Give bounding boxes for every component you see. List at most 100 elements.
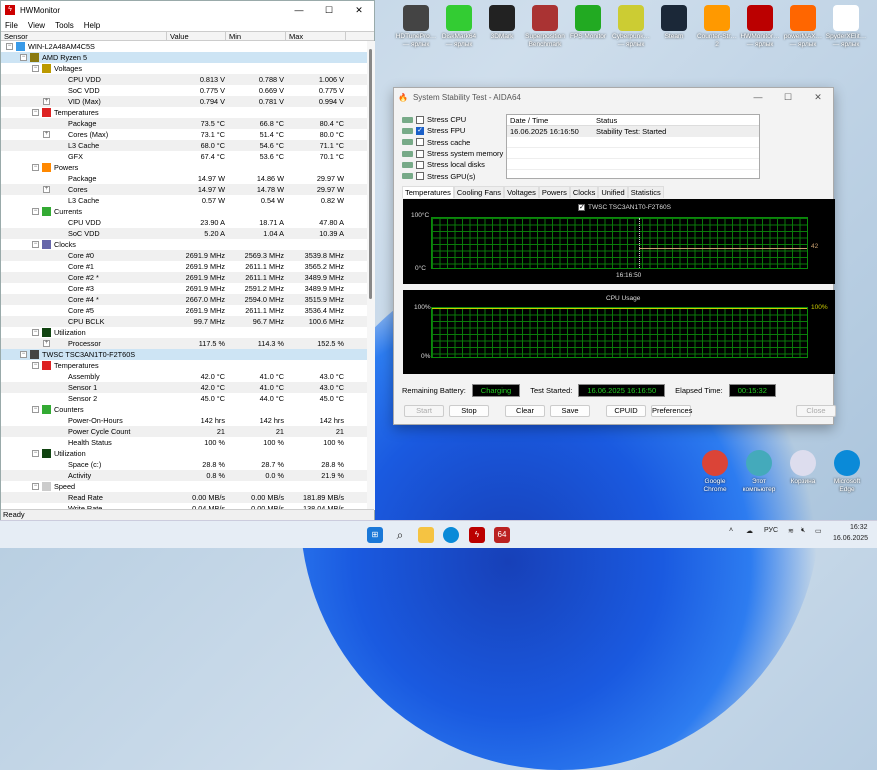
clock-time[interactable]: 16:32 xyxy=(850,524,868,531)
menu-file[interactable]: File xyxy=(5,21,18,30)
tree-node[interactable]: − Speed xyxy=(1,481,367,492)
collapse-icon[interactable]: − xyxy=(32,65,39,72)
desktop-shortcut[interactable]: Microsoft Edge xyxy=(826,450,868,494)
cpuid-button[interactable]: CPUID xyxy=(606,405,646,417)
sensor-row[interactable]: Read Rate 0.00 MB/s 0.00 MB/s 181.89 MB/s xyxy=(1,492,367,503)
stress-option[interactable]: Stress system memory xyxy=(402,148,503,159)
collapse-icon[interactable]: − xyxy=(32,208,39,215)
edge-icon[interactable] xyxy=(443,527,459,543)
sensor-row[interactable]: Core #1 2691.9 MHz 2611.1 MHz 3565.2 MHz xyxy=(1,261,367,272)
close-button[interactable]: ✕ xyxy=(803,92,833,103)
expand-icon[interactable]: + xyxy=(43,186,50,193)
aida64-taskbar-icon[interactable]: 64 xyxy=(494,527,510,543)
sensor-row[interactable]: Assembly 42.0 °C 41.0 °C 43.0 °C xyxy=(1,371,367,382)
stress-checkbox[interactable]: ✓ xyxy=(416,126,424,135)
language-indicator[interactable]: РУС xyxy=(764,527,778,534)
legend-checkbox[interactable]: ✓ xyxy=(578,204,585,211)
save-button[interactable]: Save xyxy=(550,405,590,417)
tree-node[interactable]: − Temperatures xyxy=(1,107,367,118)
clock-date[interactable]: 16.06.2025 xyxy=(833,535,868,542)
tray-chevron-icon[interactable]: ˄ xyxy=(729,527,733,534)
collapse-icon[interactable]: − xyxy=(32,164,39,171)
sensor-row[interactable]: Core #4 * 2667.0 MHz 2594.0 MHz 3515.9 MHz xyxy=(1,294,367,305)
collapse-icon[interactable]: − xyxy=(6,43,13,50)
maximize-button[interactable]: ☐ xyxy=(314,5,344,16)
tree-node[interactable]: − WIN-L2A48AM4C5S xyxy=(1,41,367,52)
sensor-row[interactable]: + Cores (Max) 73.1 °C 51.4 °C 80.0 °C xyxy=(1,129,367,140)
menu-help[interactable]: Help xyxy=(84,21,100,30)
stress-option[interactable]: Stress cache xyxy=(402,137,503,148)
stop-button[interactable]: Stop xyxy=(449,405,489,417)
stress-checkbox[interactable] xyxy=(416,149,424,158)
sensor-row[interactable]: L3 Cache 68.0 °C 54.6 °C 71.1 °C xyxy=(1,140,367,151)
log-col-time[interactable]: Date / Time xyxy=(507,116,593,125)
close-dialog-button[interactable]: Close xyxy=(796,405,836,417)
tab-powers[interactable]: Powers xyxy=(538,186,570,198)
tree-node[interactable]: − Currents xyxy=(1,206,367,217)
stress-option[interactable]: Stress local disks xyxy=(402,159,503,170)
desktop-shortcut[interactable]: DiskMark64 — ярлык xyxy=(438,5,480,49)
close-button[interactable]: ✕ xyxy=(344,5,374,16)
tree-node[interactable]: − Utilization xyxy=(1,327,367,338)
tree-node[interactable]: − AMD Ryzen 5 xyxy=(1,52,367,63)
tree-node[interactable]: − TWSC TSC3AN1T0-F2T60S xyxy=(1,349,367,360)
sensor-row[interactable]: CPU BCLK 99.7 MHz 96.7 MHz 100.6 MHz xyxy=(1,316,367,327)
sensor-row[interactable]: Health Status 100 % 100 % 100 % xyxy=(1,437,367,448)
tree-node[interactable]: − Powers xyxy=(1,162,367,173)
menu-tools[interactable]: Tools xyxy=(55,21,74,30)
volume-muted-icon[interactable]: 🔇︎ xyxy=(801,527,805,535)
collapse-icon[interactable]: − xyxy=(32,450,39,457)
maximize-button[interactable]: ☐ xyxy=(773,92,803,103)
tab-unified[interactable]: Unified xyxy=(598,186,628,198)
vertical-scrollbar[interactable] xyxy=(367,41,375,510)
sensor-row[interactable]: GFX 67.4 °C 53.6 °C 70.1 °C xyxy=(1,151,367,162)
tab-temperatures[interactable]: Temperatures xyxy=(402,186,454,198)
col-max[interactable]: Max xyxy=(286,32,346,41)
tab-voltages[interactable]: Voltages xyxy=(504,186,539,198)
stress-option[interactable]: Stress CPU xyxy=(402,114,503,125)
stress-option[interactable]: ✓ Stress FPU xyxy=(402,125,503,136)
collapse-icon[interactable]: − xyxy=(32,241,39,248)
collapse-icon[interactable]: − xyxy=(32,406,39,413)
expand-icon[interactable]: + xyxy=(43,131,50,138)
tree-node[interactable]: − Temperatures xyxy=(1,360,367,371)
sensor-row[interactable]: Power-On-Hours 142 hrs 142 hrs 142 hrs xyxy=(1,415,367,426)
sensor-row[interactable]: + VID (Max) 0.794 V 0.781 V 0.994 V xyxy=(1,96,367,107)
desktop-shortcut[interactable]: 3DMark xyxy=(481,5,523,41)
desktop-shortcut[interactable]: FPS Monitor xyxy=(567,5,609,41)
tree-node[interactable]: − Clocks xyxy=(1,239,367,250)
sensor-row[interactable]: Core #0 2691.9 MHz 2569.3 MHz 3539.8 MHz xyxy=(1,250,367,261)
desktop-shortcut[interactable]: HDTunePro… — ярлык xyxy=(395,5,437,49)
tab-cooling-fans[interactable]: Cooling Fans xyxy=(453,186,505,198)
menu-view[interactable]: View xyxy=(28,21,45,30)
sensor-row[interactable]: Core #2 * 2691.9 MHz 2611.1 MHz 3489.9 MHz xyxy=(1,272,367,283)
tab-statistics[interactable]: Statistics xyxy=(627,186,664,198)
log-col-status[interactable]: Status xyxy=(593,116,617,125)
desktop-shortcut[interactable]: Superposition Benchmark xyxy=(524,5,566,49)
sensor-row[interactable]: Activity 0.8 % 0.0 % 21.9 % xyxy=(1,470,367,481)
sensor-row[interactable]: SoC VDD 5.20 A 1.04 A 10.39 A xyxy=(1,228,367,239)
collapse-icon[interactable]: − xyxy=(32,329,39,336)
sensor-row[interactable]: Package 14.97 W 14.86 W 29.97 W xyxy=(1,173,367,184)
sensor-row[interactable]: Sensor 2 45.0 °C 44.0 °C 45.0 °C xyxy=(1,393,367,404)
log-row[interactable]: 16.06.2025 16:16:50 Stability Test: Start… xyxy=(507,126,759,137)
stress-checkbox[interactable] xyxy=(416,115,424,124)
stress-checkbox[interactable] xyxy=(416,160,424,169)
start-button[interactable]: Start xyxy=(404,405,444,417)
desktop-shortcut[interactable]: SpyderXElit… — ярлык xyxy=(825,5,867,49)
sensor-row[interactable]: Core #5 2691.9 MHz 2611.1 MHz 3536.4 MHz xyxy=(1,305,367,316)
col-min[interactable]: Min xyxy=(226,32,286,41)
sensor-row[interactable]: Package 73.5 °C 66.8 °C 80.4 °C xyxy=(1,118,367,129)
collapse-icon[interactable]: − xyxy=(32,362,39,369)
wifi-icon[interactable]: ≋ xyxy=(788,527,794,535)
hwmonitor-taskbar-icon[interactable]: ϟ xyxy=(469,527,485,543)
sensor-row[interactable]: + Processor 117.5 % 114.3 % 152.5 % xyxy=(1,338,367,349)
desktop-shortcut[interactable]: powerMAX… — ярлык xyxy=(782,5,824,49)
cloud-icon[interactable]: ☁ xyxy=(746,527,753,535)
file-explorer-icon[interactable] xyxy=(418,527,434,543)
collapse-icon[interactable]: − xyxy=(20,351,27,358)
stress-checkbox[interactable] xyxy=(416,138,424,147)
clear-button[interactable]: Clear xyxy=(505,405,545,417)
preferences-button[interactable]: Preferences xyxy=(651,405,692,417)
minimize-button[interactable]: — xyxy=(284,5,314,16)
